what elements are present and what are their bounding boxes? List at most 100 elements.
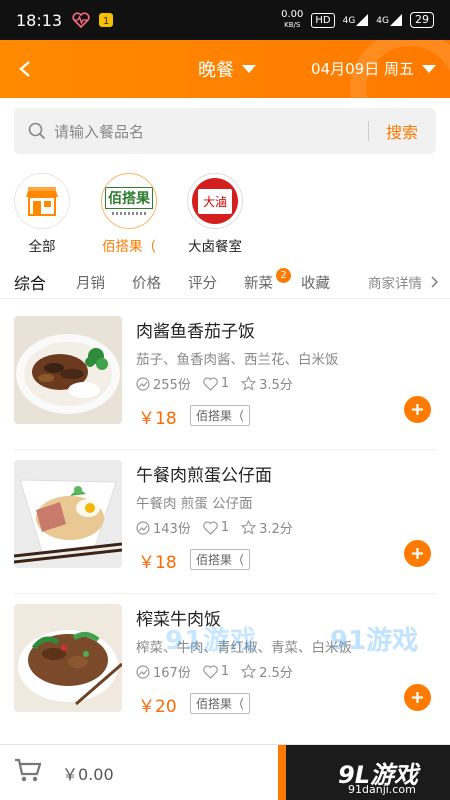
rating-value: 3.2分 [259,522,293,537]
dish-price: ￥18 [138,553,177,573]
tab-new-dishes[interactable]: 新菜 [244,272,273,293]
add-to-cart-button[interactable] [404,684,431,711]
chevron-down-icon [422,64,436,73]
cart-total: ￥0.00 [62,765,114,784]
plus-icon [412,404,423,415]
like-count: 1 [220,376,230,391]
sales-stat: 167份 [136,662,191,681]
status-time: 18:13 [16,10,63,30]
shop-logo-text: 大滷 [198,188,232,214]
chevron-right-icon [431,276,439,288]
shop-label: 大卤餐室 [188,239,242,255]
orange-strip [278,745,286,800]
store-icon [26,187,58,216]
search-icon [28,122,46,140]
star-icon [241,520,257,535]
signal-4g-2: 4G [376,14,402,26]
search-divider [368,121,369,141]
like-stat[interactable]: 1 [203,376,229,391]
meal-label: 晚餐 [198,60,234,81]
heart-icon [203,664,218,679]
sales-count: 143份 [153,522,191,537]
tab-rating[interactable]: 评分 [188,272,217,293]
shop-logo-text: 佰搭果 [105,187,153,209]
sales-chart-icon [136,520,150,535]
sales-stat: 143份 [136,518,191,537]
health-icon [72,12,90,28]
shop-list: 全部 佰搭果 佰搭果（ 大滷 大卤餐室 [0,173,450,263]
svg-text:1: 1 [103,16,109,27]
search-button[interactable]: 搜索 [386,119,418,143]
cart-bar: ￥0.00 9L游戏 91danji.com [0,744,450,800]
signal-icon [390,14,402,26]
shop-logo: 佰搭果 [101,173,157,229]
star-icon [241,376,257,391]
shopping-cart-icon [15,758,42,782]
shop-item-daluchanshi[interactable]: 大滷 大卤餐室 [180,173,250,255]
watermark-text: 91游戏 [165,626,258,656]
shop-item-all[interactable]: 全部 [7,173,77,255]
heart-icon [203,376,218,391]
logo-91-url: 91danji.com [348,783,416,796]
signal-icon [356,14,369,26]
rating-value: 2.5分 [259,666,293,681]
back-arrow-icon [19,61,30,77]
search-bar[interactable]: 请输入餐品名 搜索 [14,108,436,154]
like-stat[interactable]: 1 [203,520,229,535]
new-count-badge: 2 [276,268,291,283]
dish-image [14,604,122,712]
add-to-cart-button[interactable] [404,396,431,423]
cart-button[interactable] [14,757,42,787]
tab-monthly-sales[interactable]: 月销 [76,272,105,293]
net-speed: 0.00 KB/S [281,10,303,30]
search-input[interactable]: 请输入餐品名 [54,121,144,142]
hd-badge: HD [311,12,335,28]
like-stat[interactable]: 1 [203,664,229,679]
dish-name: 午餐肉煎蛋公仔面 [136,466,272,486]
date-selector[interactable]: 04月09日 周五 [311,58,436,79]
battery-icon: 29 [410,12,434,28]
dish-stats: 143份 1 3.2分 [136,518,305,537]
dish-stats: 167份 1 2.5分 [136,662,305,681]
item-divider [14,593,436,594]
dish-price: ￥20 [138,697,177,717]
status-bar: 18:13 1 0.00 KB/S HD 4G 4G 29 [0,0,450,40]
back-button[interactable] [10,54,40,84]
sales-chart-icon [136,664,150,679]
date-label: 04月09日 周五 [311,60,414,78]
sort-tabs: 综合 月销 价格 评分 新菜 2 收藏 商家详情 [0,265,450,299]
dish-shop-tag: 佰搭果（ [190,693,251,714]
rating-value: 3.5分 [259,378,293,393]
dish-item[interactable]: 午餐肉煎蛋公仔面 午餐肉 煎蛋 公仔面 143份 1 3.2分 ￥18 佰搭果（ [0,456,450,598]
watermark-text: 91游戏 [330,626,419,656]
dish-price: ￥18 [138,409,177,429]
tab-price[interactable]: 价格 [132,272,161,293]
meal-selector[interactable]: 晚餐 [198,56,256,82]
tab-favorites[interactable]: 收藏 [301,272,330,293]
rating-stat: 2.5分 [241,662,293,681]
star-icon [241,664,257,679]
add-to-cart-button[interactable] [404,540,431,567]
dish-desc: 茄子、鱼香肉酱、西兰花、白米饭 [136,352,339,368]
tab-comprehensive[interactable]: 综合 [14,270,46,294]
shop-item-baidaguo[interactable]: 佰搭果 佰搭果（ [94,173,164,255]
signal-label-2: 4G [376,16,389,26]
app-notification-icon: 1 [98,12,114,28]
item-divider [14,449,436,450]
sales-stat: 255份 [136,374,191,393]
rating-stat: 3.2分 [241,518,293,537]
dish-item[interactable]: 肉酱鱼香茄子饭 茄子、鱼香肉酱、西兰花、白米饭 255份 1 3.5分 ￥18 … [0,312,450,454]
sales-count: 167份 [153,666,191,681]
plus-icon [412,548,423,559]
plus-icon [412,692,423,703]
net-speed-value: 0.00 [281,9,304,20]
watermark-logo-area: 9L游戏 91danji.com [278,745,450,800]
signal-4g-1: 4G [343,14,369,26]
rating-stat: 3.5分 [241,374,293,393]
dish-shop-tag: 佰搭果（ [190,549,251,570]
like-count: 1 [220,520,230,535]
merchant-detail-link[interactable]: 商家详情 [368,272,439,292]
shop-logo [14,173,70,229]
logo-decoration [112,212,146,215]
shop-logo: 大滷 [187,173,243,229]
